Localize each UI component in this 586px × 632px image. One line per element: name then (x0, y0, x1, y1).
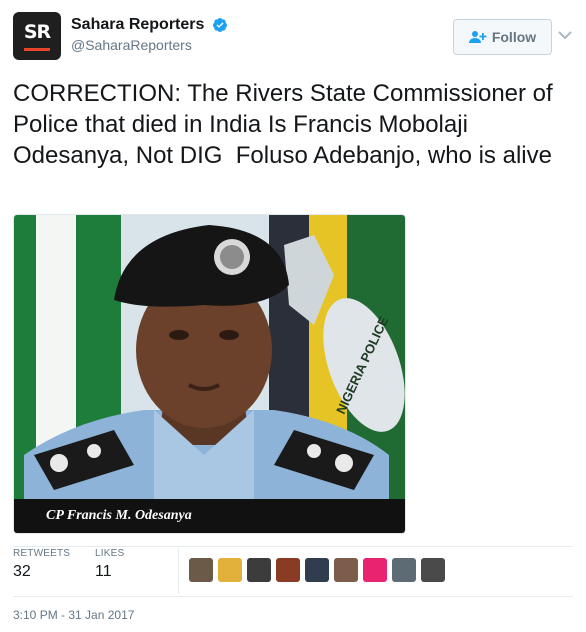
display-name[interactable]: Sahara Reporters (71, 16, 204, 34)
chevron-down-icon[interactable] (558, 30, 572, 40)
tweet-stats: RETWEETS 32 LIKES 11 (13, 548, 573, 594)
stats-separator (178, 548, 179, 594)
likes-label: LIKES (95, 548, 125, 559)
photo-caption: CP Francis M. Odesanya (14, 499, 405, 533)
likes-count: 11 (95, 563, 112, 580)
avatar-initials: SR (23, 21, 51, 43)
liker-avatar[interactable] (247, 558, 271, 582)
verified-badge-icon (212, 18, 227, 32)
avatar[interactable]: SR (13, 12, 61, 60)
follow-button-label: Follow (491, 29, 537, 45)
liker-avatar[interactable] (189, 558, 213, 582)
liker-avatar[interactable] (276, 558, 300, 582)
liker-avatars (189, 558, 445, 582)
divider-top (13, 546, 573, 547)
follow-button[interactable]: Follow (453, 19, 552, 55)
liker-avatar[interactable] (305, 558, 329, 582)
tweet-header: SR Sahara Reporters @SaharaReporters Fol… (13, 12, 578, 62)
retweets-stat[interactable]: RETWEETS 32 (13, 548, 70, 581)
liker-avatar[interactable] (392, 558, 416, 582)
tweet-photo[interactable]: NIGERIA POLICE CP Francis M. Odesanya (13, 214, 406, 534)
likes-stat[interactable]: LIKES 11 (95, 548, 124, 581)
account-handle[interactable]: @SaharaReporters (71, 37, 228, 53)
divider-bottom (13, 596, 573, 597)
avatar-accent-bar (24, 48, 50, 51)
police-officer-photo: NIGERIA POLICE (14, 215, 405, 533)
retweets-label: RETWEETS (13, 548, 71, 559)
tweet-timestamp[interactable]: 3:10 PM - 31 Jan 2017 (13, 608, 134, 622)
tweet-text: CORRECTION: The Rivers State Commissione… (13, 80, 560, 169)
liker-avatar[interactable] (421, 558, 445, 582)
liker-avatar[interactable] (334, 558, 358, 582)
account-name-block[interactable]: Sahara Reporters @SaharaReporters (71, 16, 228, 53)
liker-avatar[interactable] (218, 558, 242, 582)
retweets-count: 32 (13, 563, 31, 580)
add-user-icon (468, 31, 487, 43)
liker-avatar[interactable] (363, 558, 387, 582)
